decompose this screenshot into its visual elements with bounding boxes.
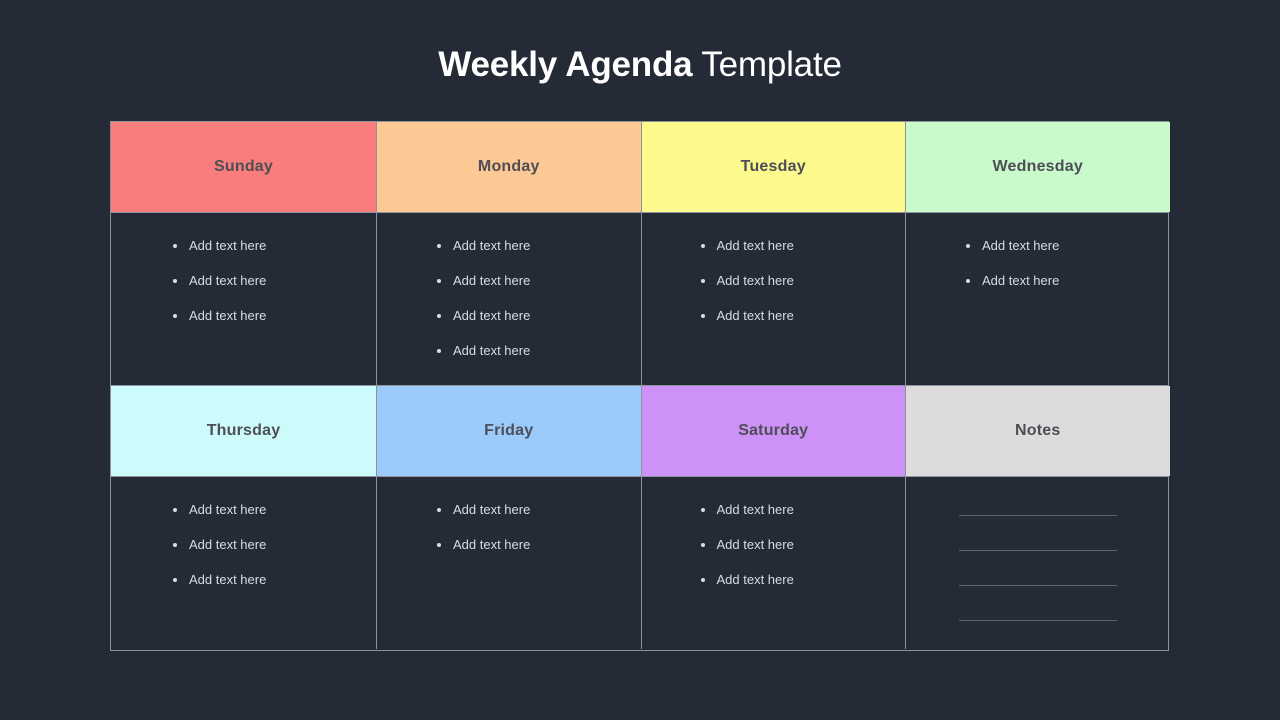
content-cell-tuesday[interactable]: Add text here Add text here Add text here [640, 213, 906, 385]
task-list-thursday: Add text here Add text here Add text here [111, 477, 376, 607]
notes-line[interactable] [958, 550, 1117, 551]
list-item[interactable]: Add text here [171, 502, 376, 537]
page-title: Weekly Agenda Template [0, 44, 1280, 86]
header-cell-tuesday[interactable]: Tuesday [640, 122, 905, 212]
task-list-tuesday: Add text here Add text here Add text here [642, 213, 906, 343]
list-item[interactable]: Add text here [171, 537, 376, 572]
day-chip-wednesday: Wednesday [906, 122, 1170, 212]
header-cell-wednesday[interactable]: Wednesday [905, 122, 1170, 212]
list-item[interactable]: Add text here [699, 572, 906, 607]
day-chip-notes: Notes [906, 386, 1170, 476]
task-list-monday: Add text here Add text here Add text here A… [377, 213, 641, 378]
list-item[interactable]: Add text here [435, 537, 641, 572]
list-item[interactable]: Add text here [435, 343, 641, 378]
notes-line[interactable] [958, 585, 1117, 586]
weekly-agenda-table: Sunday Monday Tuesday Wednesday Add text… [110, 121, 1170, 651]
content-cell-saturday[interactable]: Add text here Add text here Add text here [640, 477, 906, 649]
day-chip-monday: Monday [377, 122, 641, 212]
table-content-row-1: Add text here Add text here Add text here … [111, 213, 1168, 386]
task-list-sunday: Add text here Add text here Add text here [111, 213, 376, 343]
header-cell-sunday[interactable]: Sunday [111, 122, 376, 212]
list-item[interactable]: Add text here [171, 273, 376, 308]
list-item[interactable]: Add text here [699, 238, 906, 273]
list-item[interactable]: Add text here [699, 537, 906, 572]
header-cell-thursday[interactable]: Thursday [111, 386, 376, 476]
day-label-thursday: Thursday [206, 422, 281, 439]
list-item[interactable]: Add text here [171, 572, 376, 607]
notes-line[interactable] [958, 620, 1117, 621]
task-list-wednesday: Add text here Add text here [906, 213, 1170, 308]
list-item[interactable]: Add text here [964, 238, 1170, 273]
notes-ruled-lines[interactable] [906, 477, 1170, 621]
list-item[interactable]: Add text here [699, 273, 906, 308]
content-cell-monday[interactable]: Add text here Add text here Add text here A… [376, 213, 641, 385]
page-title-bold: Weekly Agenda [438, 45, 693, 84]
content-cell-thursday[interactable]: Add text here Add text here Add text here [111, 477, 376, 649]
list-item[interactable]: Add text here [964, 273, 1170, 308]
day-chip-tuesday: Tuesday [641, 122, 905, 212]
list-item[interactable]: Add text here [171, 308, 376, 343]
header-cell-friday[interactable]: Friday [376, 386, 641, 476]
header-cell-saturday[interactable]: Saturday [640, 386, 905, 476]
list-item[interactable]: Add text here [699, 502, 906, 537]
page-title-light: Template [692, 45, 842, 84]
table-header-row-2: Thursday Friday Saturday Notes [111, 386, 1170, 477]
day-label-sunday: Sunday [214, 158, 273, 175]
day-label-saturday: Saturday [738, 422, 809, 439]
list-item[interactable]: Add text here [171, 238, 376, 273]
day-chip-saturday: Saturday [641, 386, 905, 476]
content-cell-sunday[interactable]: Add text here Add text here Add text here [111, 213, 376, 385]
task-list-friday: Add text here Add text here [377, 477, 641, 572]
day-label-notes: Notes [1015, 422, 1061, 439]
list-item[interactable]: Add text here [699, 308, 906, 343]
day-label-wednesday: Wednesday [992, 158, 1083, 175]
list-item[interactable]: Add text here [435, 238, 641, 273]
content-cell-notes[interactable] [905, 477, 1170, 649]
header-cell-monday[interactable]: Monday [376, 122, 641, 212]
notes-line[interactable] [958, 515, 1117, 516]
day-label-friday: Friday [484, 422, 534, 439]
day-chip-sunday: Sunday [111, 122, 376, 212]
list-item[interactable]: Add text here [435, 502, 641, 537]
day-chip-thursday: Thursday [111, 386, 376, 476]
day-label-monday: Monday [477, 158, 540, 175]
content-cell-wednesday[interactable]: Add text here Add text here [905, 213, 1170, 385]
task-list-saturday: Add text here Add text here Add text here [642, 477, 906, 607]
header-cell-notes[interactable]: Notes [905, 386, 1170, 476]
list-item[interactable]: Add text here [435, 273, 641, 308]
table-header-row-1: Sunday Monday Tuesday Wednesday [111, 122, 1170, 213]
day-chip-friday: Friday [377, 386, 641, 476]
content-cell-friday[interactable]: Add text here Add text here [376, 477, 641, 649]
list-item[interactable]: Add text here [435, 308, 641, 343]
day-label-tuesday: Tuesday [740, 158, 806, 175]
table-content-row-2: Add text here Add text here Add text here … [111, 477, 1168, 649]
